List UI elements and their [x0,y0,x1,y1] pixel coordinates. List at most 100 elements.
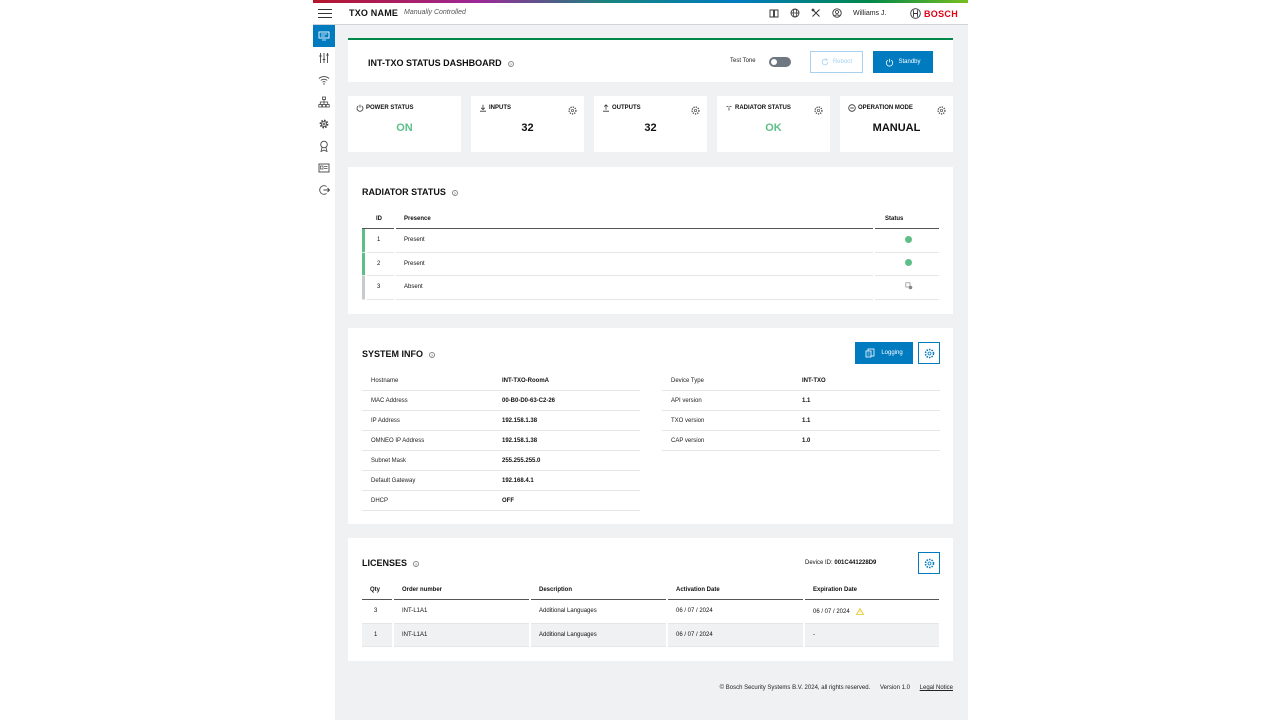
info-key: API version [671,397,702,404]
app-window: TXO NAME Manually Controlled Williams J.… [313,0,968,720]
sidebar-item-audio[interactable] [313,47,335,69]
row-status-bar [362,276,365,300]
radiator-presence: Present [396,229,873,253]
column-header-id: ID [362,209,394,229]
info-value: INT-TXO-RoomA [502,377,549,384]
table-row: 1 Present [362,229,939,253]
sidebar [313,25,335,720]
dashboard-header-card: INT-TXO STATUS DASHBOARD? Test Tone Rebo… [348,38,953,82]
inputs-settings-gear-icon[interactable] [568,102,577,120]
status-absent-icon [905,282,913,290]
device-id-value: 001C441228D9 [834,560,877,566]
list-item: API version 1.1 [662,391,940,411]
gear-icon [924,348,934,358]
help-icon[interactable]: ? [429,351,436,358]
operation-mode-value: MANUAL [872,122,921,134]
footer-version: Version 1.0 [879,685,910,691]
app-subtitle: Manually Controlled [404,9,466,16]
system-info-title: SYSTEM INFO? [362,349,436,359]
user-name[interactable]: Williams J. [853,10,886,17]
list-item: Device Type INT-TXO [662,371,940,391]
device-id-label: Device ID: [805,560,833,566]
table-row: 1 INT-L1A1 Additional Languages 06 / 07 … [362,623,939,647]
radiator-settings-gear-icon[interactable] [814,102,823,120]
sidebar-item-settings[interactable] [313,113,335,135]
footer-copyright: © Bosch Security Systems B.V. 2024, all … [719,685,871,691]
info-key: OMNEO IP Address [371,437,425,444]
hamburger-menu-icon[interactable] [318,7,332,19]
column-header-order-number: Order number [394,580,529,600]
download-icon [480,104,486,112]
radiator-presence: Present [396,253,873,276]
sidebar-item-device-info[interactable] [313,157,335,179]
power-icon [356,104,364,112]
sidebar-item-licenses[interactable] [313,135,335,157]
sidebar-item-network[interactable] [313,91,335,113]
certificate-icon [320,140,328,152]
radiator-section-title: RADIATOR STATUS? [362,187,458,197]
gear-icon [924,558,934,568]
test-tone-label: Test Tone [730,58,756,64]
inputs-value: 32 [521,122,534,134]
network-icon [318,96,330,108]
legal-notice-link[interactable]: Legal Notice [920,685,953,691]
reboot-icon [821,58,829,66]
list-item: MAC Address 00-B0-D0-63-C2-26 [362,391,640,411]
radiator-table: ID Presence Status 1 Present 2 Present 3… [360,209,941,300]
outputs-settings-gear-icon[interactable] [691,102,700,120]
reboot-label: Reboot [832,59,853,65]
radiator-presence: Absent [396,276,873,300]
column-header-qty: Qty [362,580,392,600]
license-order-number: INT-L1A1 [394,600,529,624]
main-content: INT-TXO STATUS DASHBOARD? Test Tone Rebo… [335,25,968,720]
operation-mode-settings-gear-icon[interactable] [937,102,946,120]
license-expiration-cell: 06 / 07 / 2024 [805,600,939,624]
licenses-table: Qty Order number Description Activation … [360,580,941,647]
licenses-title: LICENSES? [362,558,420,568]
reboot-button[interactable]: Reboot [810,51,863,73]
info-value: OFF [502,497,514,504]
logging-icon [865,348,875,358]
sidebar-item-logout[interactable] [313,179,335,201]
user-icon[interactable] [831,7,843,19]
list-item: CAP version 1.0 [662,431,940,451]
help-icon[interactable]: ? [451,189,458,196]
radiator-icon [726,105,732,111]
globe-icon[interactable] [789,7,801,19]
license-qty: 3 [362,600,392,624]
licenses-settings-button[interactable] [918,552,940,574]
info-value: INT-TXO [802,377,826,384]
licenses-title-text: LICENSES [362,558,408,568]
info-key: DHCP [371,497,389,504]
book-icon[interactable] [768,7,780,19]
radiator-status-label: RADIATOR STATUS [735,105,791,111]
info-value: 255.255.255.0 [502,457,541,464]
sidebar-item-wireless[interactable] [313,69,335,91]
system-info-section: SYSTEM INFO? Logging Hostname INT-TXO-Roo… [348,328,953,524]
bosch-armature-icon [910,8,921,19]
test-tone-toggle[interactable] [769,57,791,67]
list-item: Default Gateway 192.168.4.1 [362,471,640,491]
system-info-settings-button[interactable] [918,342,940,364]
logging-button[interactable]: Logging [855,342,913,364]
app-title: TXO NAME [349,8,399,18]
licenses-section: LICENSES? Device ID: 001C441228D9 Qty Or… [348,538,953,661]
help-icon[interactable]: ? [413,560,420,567]
sidebar-item-dashboard[interactable] [313,25,335,47]
page-title: INT-TXO STATUS DASHBOARD? [368,58,514,68]
wifi-icon [318,76,330,85]
license-activation-date: 06 / 07 / 2024 [668,600,803,624]
radiator-status-card: RADIATOR STATUS OK [717,96,830,152]
brand-name: BOSCH [924,8,959,19]
license-qty: 1 [362,623,392,647]
footer: © Bosch Security Systems B.V. 2024, all … [335,685,953,691]
license-description: Additional Languages [531,600,666,624]
help-icon[interactable]: ? [507,60,514,67]
standby-button[interactable]: Standby [873,51,933,73]
tools-icon[interactable] [810,7,822,19]
info-value: 192.158.1.38 [502,417,538,424]
power-icon [886,58,894,67]
info-value: 192.168.4.1 [502,477,534,484]
id-card-icon [318,163,330,173]
column-header-status: Status [875,209,939,229]
